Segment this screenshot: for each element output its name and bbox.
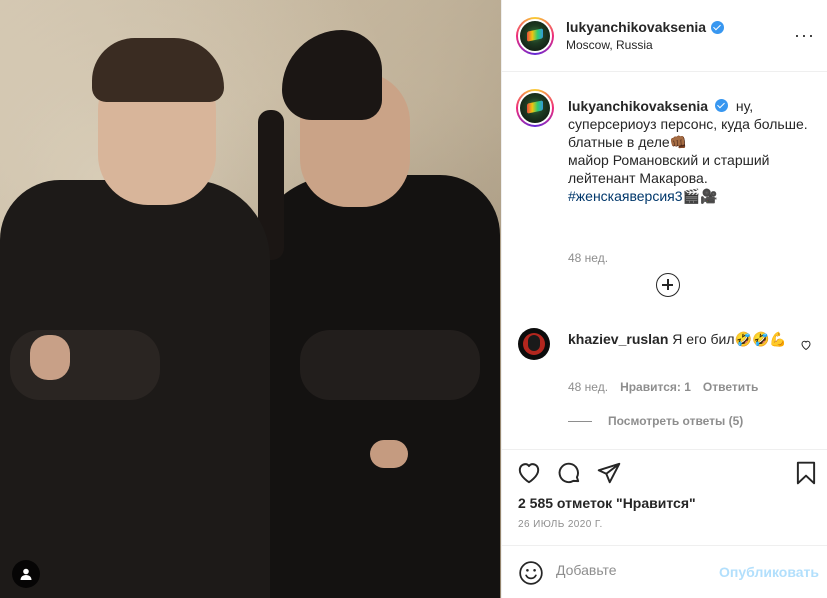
view-replies-label[interactable]: Посмотреть ответы (5) xyxy=(608,414,743,428)
commenter-username[interactable]: khaziev_ruslan xyxy=(568,331,668,347)
share-icon[interactable] xyxy=(596,460,622,486)
comments-section: lukyanchikovaksenia ну, суперсериоуз пер… xyxy=(502,73,827,449)
comment-meta: 48 нед. Нравится: 1 Ответить xyxy=(568,380,758,394)
verified-badge-icon xyxy=(711,20,725,34)
caption-line-2: блатные в деле👊🏾 xyxy=(568,134,688,150)
comment-text: khaziev_ruslan Я его бил🤣🤣💪 xyxy=(568,330,788,348)
comment-input[interactable] xyxy=(556,562,716,578)
caption-line-3: майор Романовский и старший лейтенант Ма… xyxy=(568,152,770,186)
comment-time[interactable]: 48 нед. xyxy=(568,380,608,394)
publish-button[interactable]: Опубликовать xyxy=(719,564,819,580)
post-date[interactable]: 26 ИЮЛЬ 2020 Г. xyxy=(518,519,603,530)
comment-like-heart-icon[interactable] xyxy=(800,338,812,354)
replies-divider xyxy=(568,420,592,422)
author-avatar[interactable] xyxy=(516,16,554,55)
caption-text: lukyanchikovaksenia ну, суперсериоуз пер… xyxy=(568,97,816,205)
man-hair xyxy=(92,38,224,102)
likes-count[interactable]: 2 585 отметок "Нравится" xyxy=(518,495,696,511)
caption-avatar[interactable] xyxy=(516,89,554,127)
caption-time[interactable]: 48 нед. xyxy=(568,251,608,265)
bookmark-icon[interactable] xyxy=(793,460,819,486)
load-more-comments-icon[interactable] xyxy=(656,273,680,297)
post-header: lukyanchikovaksenia Moscow, Russia ··· xyxy=(502,0,827,72)
more-options-icon[interactable]: ··· xyxy=(794,26,815,44)
post-sidebar: lukyanchikovaksenia Moscow, Russia ··· l… xyxy=(501,0,827,598)
user-tag-icon[interactable] xyxy=(12,560,40,588)
comment-body: Я его бил🤣🤣💪 xyxy=(672,331,787,347)
verified-badge-icon xyxy=(714,99,728,112)
woman-arms xyxy=(300,330,480,400)
author-username[interactable]: lukyanchikovaksenia xyxy=(566,19,706,35)
caption-username[interactable]: lukyanchikovaksenia xyxy=(568,98,708,114)
add-comment-bar: Опубликовать xyxy=(502,545,827,598)
comment-icon[interactable] xyxy=(556,460,582,486)
commenter-avatar[interactable] xyxy=(518,328,550,360)
post-photo[interactable] xyxy=(0,0,501,598)
author-username-row[interactable]: lukyanchikovaksenia xyxy=(566,19,725,35)
heart-icon[interactable] xyxy=(516,460,542,486)
post-location[interactable]: Moscow, Russia xyxy=(566,38,724,52)
view-replies-button[interactable]: Посмотреть ответы (5) xyxy=(568,414,743,428)
woman-hand xyxy=(370,440,408,468)
man-hand xyxy=(30,335,70,380)
reply-button[interactable]: Ответить xyxy=(703,380,758,394)
comment-likes[interactable]: Нравится: 1 xyxy=(620,380,691,394)
emoji-icon[interactable] xyxy=(518,560,544,589)
caption-hashtag[interactable]: #женскаяверсия3🎬🎥 xyxy=(568,188,717,204)
post-actions: 2 585 отметок "Нравится" 26 ИЮЛЬ 2020 Г. xyxy=(502,449,827,545)
